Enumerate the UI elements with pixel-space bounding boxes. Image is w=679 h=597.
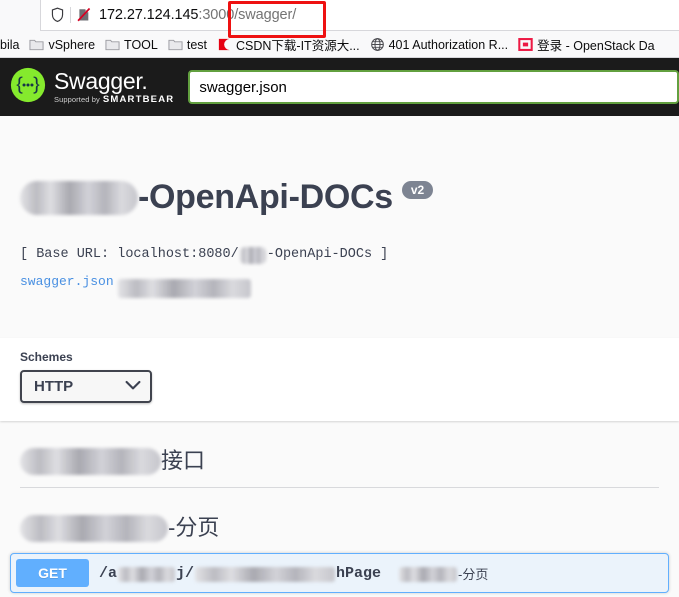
download-url-input[interactable] xyxy=(188,70,679,104)
folder-icon xyxy=(168,37,183,52)
bookmark-item-openstack[interactable]: 登录 - OpenStack Da xyxy=(513,34,659,56)
redacted-api-description xyxy=(118,279,252,299)
download-url-wrapper xyxy=(188,70,679,104)
redacted-description-prefix xyxy=(399,566,458,582)
url-text: 172.27.124.145:3000/swagger/ xyxy=(99,7,296,23)
url-host: 172.27.124.145 xyxy=(99,7,199,23)
tag-section-2: -分页 xyxy=(0,499,679,555)
redacted-title-prefix xyxy=(20,181,138,216)
tag-label-suffix: 接口 xyxy=(161,448,206,474)
swagger-logo-link[interactable]: Swagger. Supported by SMARTBEAR xyxy=(10,67,174,108)
bookmark-label: vSphere xyxy=(48,37,96,52)
openstack-icon xyxy=(518,37,533,52)
folder-icon xyxy=(105,37,120,52)
bookmarks-bar: bila vSphere TOOL test CSDN下载-IT资源大... 4… xyxy=(0,32,679,58)
api-title-suffix: -OpenApi-DOCs xyxy=(138,178,393,217)
page-title: -OpenApi-DOCs xyxy=(20,180,393,216)
base-url-line: [ Base URL: localhost:8080/ -OpenApi-DOCs… xyxy=(20,246,659,265)
swagger-logo-text: Swagger xyxy=(54,67,142,94)
globe-icon xyxy=(370,37,385,52)
bookmark-item-test[interactable]: test xyxy=(163,34,212,56)
bookmark-item-401-authorization[interactable]: 401 Authorization R... xyxy=(365,34,514,56)
url-bar-row: 172.27.124.145:3000/swagger/ xyxy=(0,0,679,38)
folder-icon xyxy=(29,37,44,52)
csdn-icon xyxy=(217,37,232,52)
swagger-ui-main: -OpenApi-DOCs v2 [ Base URL: localhost:8… xyxy=(0,116,679,597)
supported-by-label: Supported by xyxy=(54,94,100,104)
path-part-3: hPage xyxy=(336,564,382,582)
tag-heading-1[interactable]: 接口 xyxy=(20,432,659,488)
redacted-path-segment xyxy=(118,566,176,582)
browser-chrome: 172.27.124.145:3000/swagger/ bila vSpher… xyxy=(0,0,679,58)
bookmark-label: test xyxy=(186,37,207,52)
tag-heading-2[interactable]: -分页 xyxy=(20,499,659,555)
url-port: :3000 xyxy=(198,7,235,23)
bookmark-label: bila xyxy=(0,37,20,52)
bookmark-item-csdn[interactable]: CSDN下载-IT资源大... xyxy=(212,34,365,56)
opblock-summary[interactable]: GET /a j/hPage -分页 xyxy=(11,554,668,592)
opblock-description-suffix: -分页 xyxy=(458,566,489,582)
swagger-wordmark-wrap: Swagger. Supported by SMARTBEAR xyxy=(54,67,174,105)
bookmark-label: 401 Authorization R... xyxy=(388,37,509,52)
api-info-block: -OpenApi-DOCs v2 [ Base URL: localhost:8… xyxy=(0,116,679,299)
swagger-logo-icon xyxy=(10,67,46,108)
swagger-subline: Supported by SMARTBEAR xyxy=(54,95,174,105)
redacted-base-url-part xyxy=(239,247,266,265)
schemes-label: Schemes xyxy=(20,350,73,364)
smartbear-brand-label: SMARTBEAR xyxy=(102,93,175,105)
bookmark-item-bila[interactable]: bila xyxy=(0,34,24,56)
redacted-tag-prefix xyxy=(20,515,168,542)
urlbar-icon-divider xyxy=(70,7,71,23)
redacted-path-segment xyxy=(195,566,336,582)
crossed-page-icon[interactable] xyxy=(74,5,94,25)
url-path: /swagger/ xyxy=(234,7,297,23)
path-part-2: j/ xyxy=(176,564,195,582)
bookmark-label: TOOL xyxy=(124,37,158,52)
shield-icon[interactable] xyxy=(47,5,67,25)
opblock-description: -分页 xyxy=(399,564,488,583)
bookmark-label: CSDN下载-IT资源大... xyxy=(236,39,360,53)
swagger-topbar: Swagger. Supported by SMARTBEAR xyxy=(0,58,679,116)
address-bar[interactable]: 172.27.124.145:3000/swagger/ xyxy=(40,0,679,31)
base-url-suffix: -OpenApi-DOCs ] xyxy=(266,247,389,263)
api-version-badge: v2 xyxy=(401,181,434,200)
base-url-prefix: [ Base URL: localhost:8080/ xyxy=(20,247,239,263)
opblock-method-badge: GET xyxy=(16,559,89,587)
api-title-row: -OpenApi-DOCs v2 xyxy=(20,152,659,244)
swagger-logo-dot: . xyxy=(141,67,148,94)
opblock-get[interactable]: GET /a j/hPage -分页 xyxy=(10,553,669,593)
tag-label-suffix: -分页 xyxy=(168,515,220,541)
schemes-select[interactable]: HTTP xyxy=(20,370,152,403)
bookmark-item-vsphere[interactable]: vSphere xyxy=(24,34,100,56)
path-part-1: /a xyxy=(99,564,118,582)
swagger-json-link[interactable]: swagger.json xyxy=(20,274,114,289)
opblock-path: /a j/hPage xyxy=(89,565,391,582)
bookmark-label: 登录 - OpenStack Da xyxy=(537,39,655,53)
schemes-select-wrapper: HTTP xyxy=(20,370,152,403)
swagger-wordmark: Swagger. xyxy=(54,67,174,94)
operations-block: GET /a j/hPage -分页 xyxy=(0,553,679,597)
schemes-container: Schemes HTTP xyxy=(0,338,679,421)
bookmark-item-tool[interactable]: TOOL xyxy=(100,34,163,56)
redacted-tag-prefix xyxy=(20,448,161,475)
tag-section-1: 接口 xyxy=(0,432,679,488)
